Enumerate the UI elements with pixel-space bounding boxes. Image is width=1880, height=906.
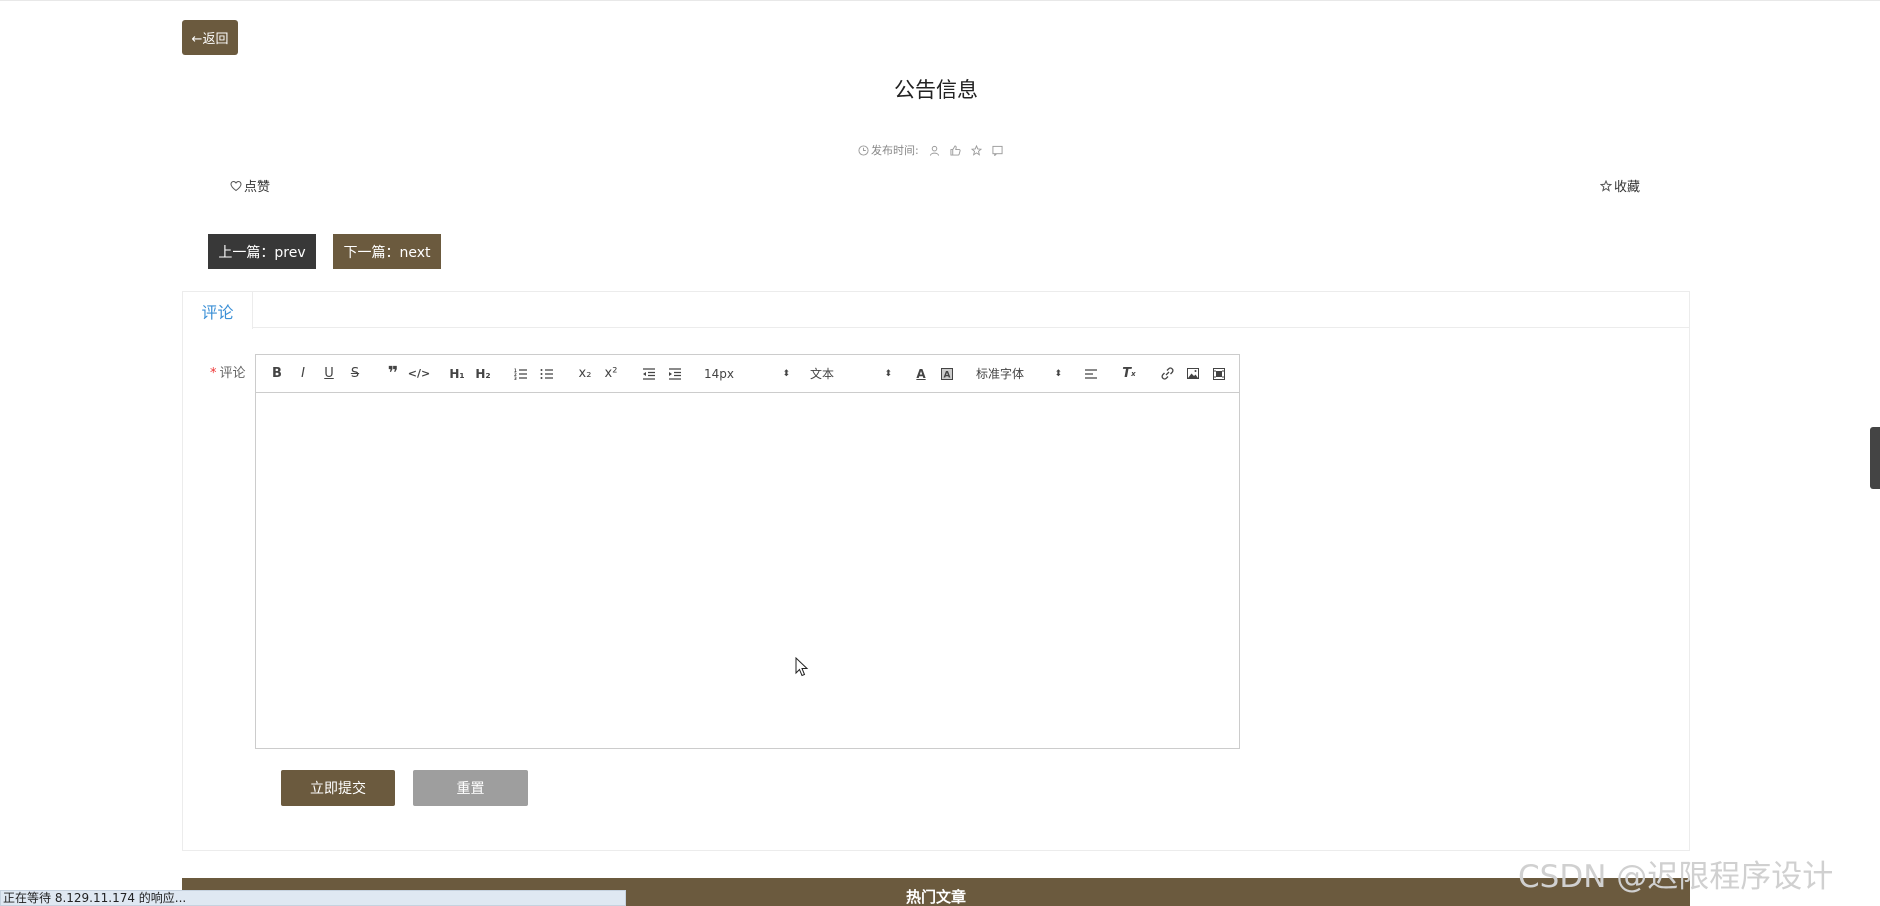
star-icon	[970, 144, 982, 156]
comment-tab-bar: 评论	[183, 292, 1689, 329]
page: ←返回 公告信息 发布时间: 点赞 收藏 上一篇：prev 下一篇：next 评…	[0, 0, 1880, 906]
tab-comments[interactable]: 评论	[183, 292, 253, 329]
ordered-list-icon[interactable]: 123	[508, 363, 534, 385]
strikethrough-icon[interactable]: S	[342, 363, 368, 385]
bullet-list-icon[interactable]	[534, 363, 560, 385]
comment-field-label: * 评论	[210, 362, 246, 381]
thumbs-up-icon	[950, 144, 961, 156]
prev-article-button[interactable]: 上一篇：prev	[208, 234, 316, 269]
required-marker: *	[210, 366, 217, 381]
rich-text-editor: B I U S ❞ </> H₁ H₂ 123 x₂ x² 14px ⬍ 文本 …	[255, 354, 1240, 749]
reset-button[interactable]: 重置	[413, 770, 528, 806]
font-family-select[interactable]: 标准字体 ⬍	[972, 363, 1066, 385]
font-family-value: 标准字体	[976, 367, 1025, 381]
star-outline-icon	[1600, 179, 1612, 192]
font-color-icon[interactable]: A	[908, 363, 934, 385]
editor-content-area[interactable]	[256, 393, 1239, 748]
italic-icon[interactable]: I	[290, 363, 316, 385]
image-icon[interactable]	[1180, 363, 1206, 385]
header-value: 文本	[810, 367, 835, 381]
publish-time: 发布时间:	[858, 142, 919, 158]
mouse-cursor-icon	[795, 657, 809, 677]
submit-button[interactable]: 立即提交	[281, 770, 395, 806]
link-icon[interactable]	[1154, 363, 1180, 385]
clear-format-icon[interactable]: Tx	[1116, 363, 1142, 385]
watermark: CSDN @迟限程序设计	[1518, 859, 1834, 895]
author-meta	[929, 145, 940, 156]
background-color-icon[interactable]: A	[934, 363, 960, 385]
favorite-button[interactable]: 收藏	[1600, 176, 1640, 195]
superscript-icon[interactable]: x²	[598, 363, 624, 385]
underline-icon[interactable]: U	[316, 363, 342, 385]
heading-2-icon[interactable]: H₂	[470, 363, 496, 385]
views-meta	[992, 145, 1003, 156]
blockquote-icon[interactable]: ❞	[380, 363, 406, 385]
video-icon[interactable]	[1206, 363, 1232, 385]
indent-icon[interactable]	[662, 363, 688, 385]
top-divider	[0, 0, 1880, 1]
svg-text:A: A	[944, 370, 951, 380]
subscript-icon[interactable]: x₂	[572, 363, 598, 385]
svg-text:3: 3	[514, 376, 517, 380]
editor-toolbar: B I U S ❞ </> H₁ H₂ 123 x₂ x² 14px ⬍ 文本 …	[256, 355, 1239, 393]
select-arrows-icon: ⬍	[1054, 368, 1062, 379]
select-arrows-icon: ⬍	[782, 368, 790, 379]
select-arrows-icon: ⬍	[884, 368, 892, 379]
heart-icon	[230, 180, 242, 191]
browser-status-bar: 正在等待 8.129.11.174 的响应...	[0, 890, 626, 906]
back-button[interactable]: ←返回	[182, 20, 238, 55]
comment-icon	[992, 145, 1003, 156]
heading-1-icon[interactable]: H₁	[444, 363, 470, 385]
publish-time-label: 发布时间:	[871, 144, 919, 157]
favorite-label: 收藏	[1614, 180, 1641, 195]
like-label: 点赞	[244, 180, 271, 195]
page-title: 公告信息	[894, 78, 978, 102]
font-size-select[interactable]: 14px ⬍	[700, 363, 794, 385]
favorite-count-meta	[970, 144, 982, 156]
next-article-button[interactable]: 下一篇：next	[333, 234, 441, 269]
header-select[interactable]: 文本 ⬍	[806, 363, 896, 385]
code-block-icon[interactable]: </>	[406, 363, 432, 385]
font-size-value: 14px	[704, 366, 734, 381]
like-button[interactable]: 点赞	[230, 176, 270, 195]
side-scroll-handle[interactable]	[1870, 427, 1880, 489]
align-icon[interactable]	[1078, 363, 1104, 385]
clock-icon	[858, 144, 869, 156]
outdent-icon[interactable]	[636, 363, 662, 385]
like-count-meta	[950, 144, 961, 156]
bold-icon[interactable]: B	[264, 363, 290, 385]
article-meta: 发布时间:	[858, 142, 1013, 158]
comment-field-label-text: 评论	[219, 366, 246, 381]
user-icon	[929, 145, 939, 156]
